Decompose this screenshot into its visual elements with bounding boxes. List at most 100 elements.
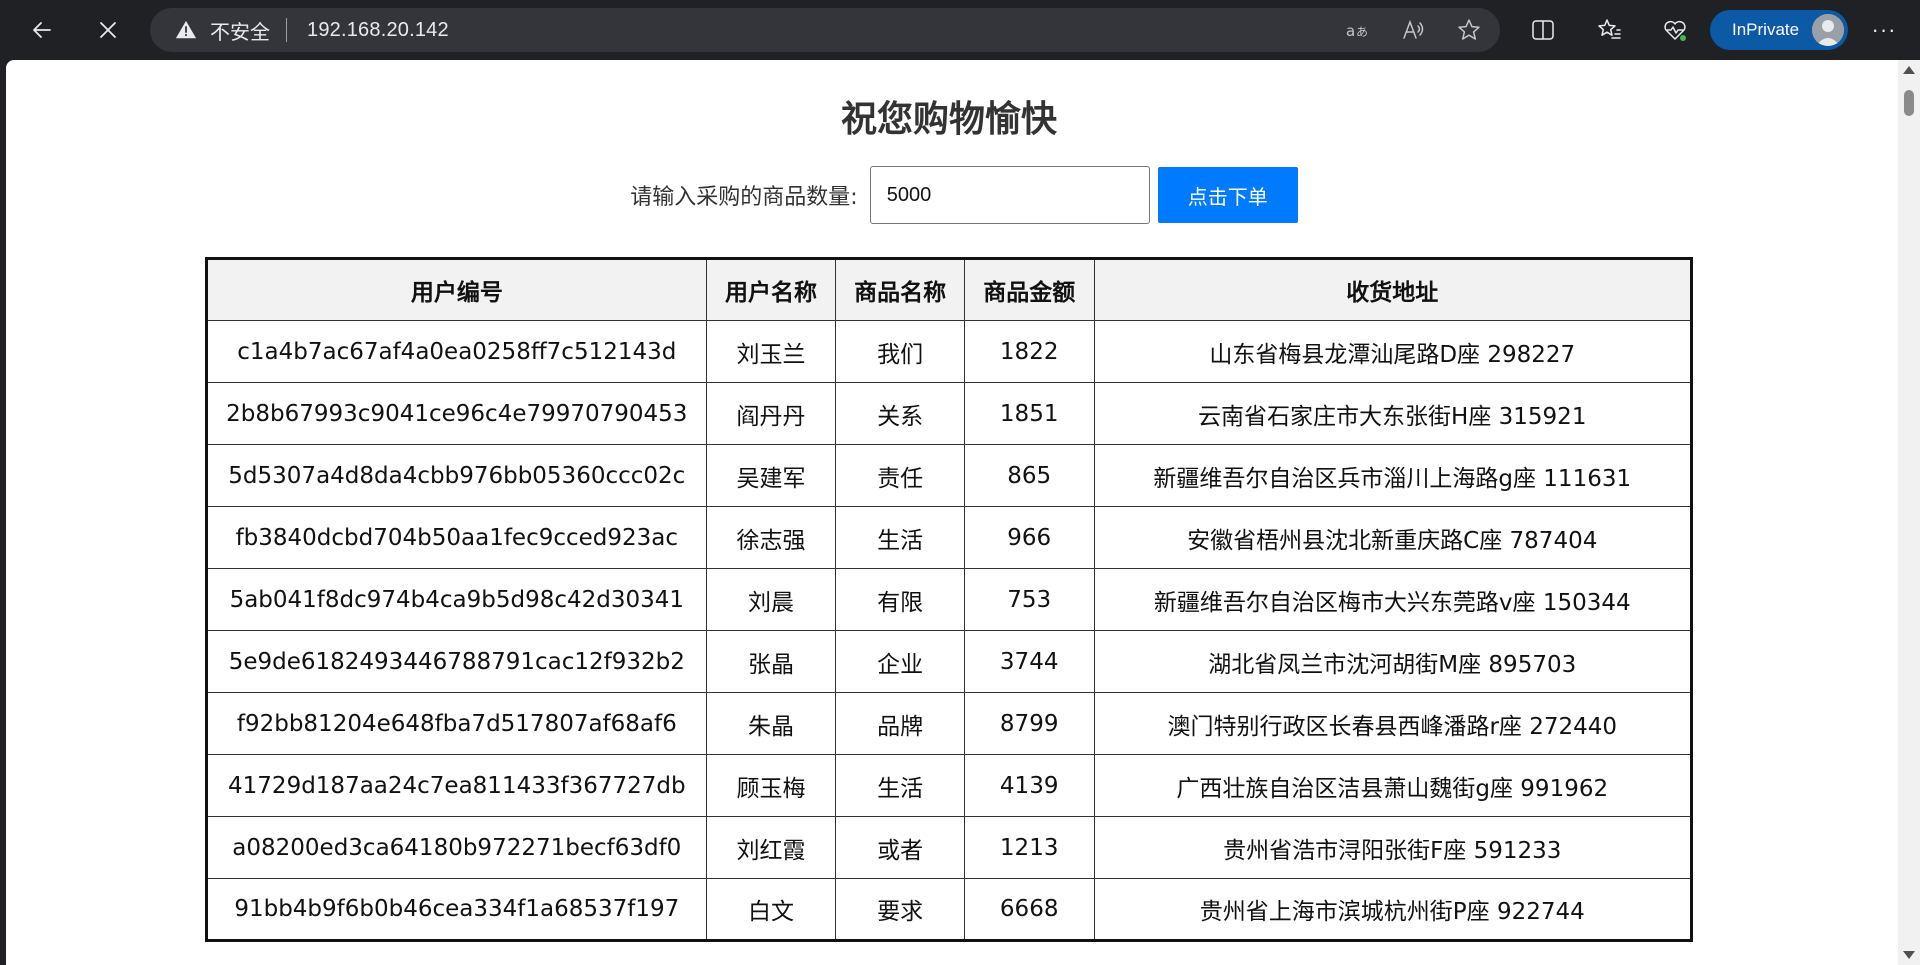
url-text[interactable]: 192.168.20.142 <box>307 19 449 42</box>
back-icon <box>33 22 51 38</box>
cell-amount: 1822 <box>963 320 1095 383</box>
scroll-thumb[interactable] <box>1904 90 1914 116</box>
table-row: 91bb4b9f6b0b46cea334f1a68537f197 白文 要求 6… <box>206 878 1693 941</box>
cell-user-name: 顾玉梅 <box>705 754 837 817</box>
quantity-input[interactable] <box>869 166 1150 224</box>
address-bar[interactable]: 不安全 192.168.20.142 a あ <box>150 8 1500 52</box>
cell-product-name: 品牌 <box>835 692 965 755</box>
browser-toolbar: 不安全 192.168.20.142 a あ InPrivate ··· <box>0 0 1920 60</box>
stop-loading-button[interactable] <box>88 10 128 50</box>
cell-address: 新疆维吾尔自治区梅市大兴东莞路v座 150344 <box>1093 568 1693 631</box>
table-row: 41729d187aa24c7ea811433f367727db 顾玉梅 生活 … <box>206 754 1693 817</box>
inprivate-button[interactable]: InPrivate <box>1710 10 1848 50</box>
svg-text:あ: あ <box>1356 25 1368 39</box>
scroll-up-arrow-icon[interactable] <box>1903 66 1915 74</box>
table-row: 5e9de6182493446788791cac12f932b2 张晶 企业 3… <box>206 630 1693 693</box>
column-header-product-name: 商品名称 <box>835 258 965 321</box>
cell-user-id: 5d5307a4d8da4cbb976bb05360ccc02c <box>206 444 707 507</box>
address-separator <box>286 18 287 42</box>
cell-user-name: 朱晶 <box>705 692 837 755</box>
cell-address: 安徽省梧州县沈北新重庆路C座 787404 <box>1093 506 1693 569</box>
cell-user-id: 2b8b67993c9041ce96c4e79970790453 <box>206 382 707 445</box>
cell-user-id: c1a4b7ac67af4a0ea0258ff7c512143d <box>206 320 707 383</box>
table-row: fb3840dcbd704b50aa1fec9cced923ac 徐志强 生活 … <box>206 506 1693 569</box>
favorites-icon[interactable] <box>1586 10 1632 50</box>
cell-address: 新疆维吾尔自治区兵市淄川上海路g座 111631 <box>1093 444 1693 507</box>
scroll-down-arrow-icon[interactable] <box>1903 951 1915 959</box>
cell-amount: 6668 <box>963 878 1095 941</box>
cell-user-name: 吴建军 <box>705 444 837 507</box>
column-header-user-id: 用户编号 <box>206 258 707 321</box>
more-icon: ··· <box>1871 17 1897 42</box>
cell-user-name: 刘红霞 <box>705 816 837 879</box>
cell-product-name: 有限 <box>835 568 965 631</box>
browser-actions <box>1520 10 1698 50</box>
cell-user-id: 5e9de6182493446788791cac12f932b2 <box>206 630 707 693</box>
cell-amount: 4139 <box>963 754 1095 817</box>
profile-avatar-icon <box>1812 14 1844 46</box>
cell-amount: 1851 <box>963 382 1095 445</box>
warning-icon[interactable] <box>174 18 200 42</box>
column-header-address: 收货地址 <box>1093 258 1693 321</box>
cell-amount: 865 <box>963 444 1095 507</box>
cell-product-name: 我们 <box>835 320 965 383</box>
column-header-user-name: 用户名称 <box>705 258 837 321</box>
cell-user-id: a08200ed3ca64180b972271becf63df0 <box>206 816 707 879</box>
inprivate-label: InPrivate <box>1732 20 1800 39</box>
cell-product-name: 生活 <box>835 506 965 569</box>
page-viewport: 祝您购物愉快 请输入采购的商品数量: 点击下单 用户编号 用户名称 商品名称 商… <box>6 60 1920 965</box>
page-title: 祝您购物愉快 <box>840 99 1057 140</box>
table-row: 5ab041f8dc974b4ca9b5d98c42d30341 刘晨 有限 7… <box>206 568 1693 631</box>
cell-product-name: 或者 <box>835 816 965 879</box>
back-button[interactable] <box>22 10 62 50</box>
cell-address: 山东省梅县龙潭汕尾路D座 298227 <box>1093 320 1693 383</box>
favorite-star-icon[interactable] <box>1452 13 1486 47</box>
cell-amount: 3744 <box>963 630 1095 693</box>
cell-user-name: 张晶 <box>705 630 837 693</box>
cell-address: 贵州省上海市滨城杭州街P座 922744 <box>1093 878 1693 941</box>
table-row: a08200ed3ca64180b972271becf63df0 刘红霞 或者 … <box>206 816 1693 879</box>
cell-product-name: 责任 <box>835 444 965 507</box>
cell-address: 澳门特别行政区长春县西峰潘路r座 272440 <box>1093 692 1693 755</box>
cell-product-name: 生活 <box>835 754 965 817</box>
page-scrollbar[interactable] <box>1898 60 1920 965</box>
cell-amount: 966 <box>963 506 1095 569</box>
cell-address: 广西壮族自治区洁县萧山魏街g座 991962 <box>1093 754 1693 817</box>
translate-icon[interactable]: a あ <box>1340 13 1374 47</box>
orders-table: 用户编号 用户名称 商品名称 商品金额 收货地址 c1a4b7ac67af4a0… <box>205 257 1693 942</box>
cell-user-name: 阎丹丹 <box>705 382 837 445</box>
cell-user-id: fb3840dcbd704b50aa1fec9cced923ac <box>206 506 707 569</box>
more-button[interactable]: ··· <box>1862 10 1906 50</box>
quantity-label: 请输入采购的商品数量: <box>630 185 858 210</box>
cell-amount: 1213 <box>963 816 1095 879</box>
security-status[interactable]: 不安全 <box>210 16 270 45</box>
cell-user-id: f92bb81204e648fba7d517807af68af6 <box>206 692 707 755</box>
cell-product-name: 企业 <box>835 630 965 693</box>
address-bar-actions: a あ <box>1340 8 1486 52</box>
cell-user-name: 白文 <box>705 878 837 941</box>
read-aloud-icon[interactable] <box>1396 13 1430 47</box>
cell-user-name: 刘晨 <box>705 568 837 631</box>
cell-user-id: 5ab041f8dc974b4ca9b5d98c42d30341 <box>206 568 707 631</box>
cell-address: 湖北省凤兰市沈河胡街M座 895703 <box>1093 630 1693 693</box>
table-header-row: 用户编号 用户名称 商品名称 商品金额 收货地址 <box>206 258 1693 321</box>
cell-user-name: 徐志强 <box>705 506 837 569</box>
cell-product-name: 要求 <box>835 878 965 941</box>
cell-amount: 753 <box>963 568 1095 631</box>
cell-address: 云南省石家庄市大东张街H座 315921 <box>1093 382 1693 445</box>
split-screen-icon[interactable] <box>1520 10 1566 50</box>
cell-user-id: 41729d187aa24c7ea811433f367727db <box>206 754 707 817</box>
stop-icon <box>100 22 116 38</box>
table-row: 5d5307a4d8da4cbb976bb05360ccc02c 吴建军 责任 … <box>206 444 1693 507</box>
cell-address: 贵州省浩市浔阳张街F座 591233 <box>1093 816 1693 879</box>
table-row: c1a4b7ac67af4a0ea0258ff7c512143d 刘玉兰 我们 … <box>206 320 1693 383</box>
cell-user-name: 刘玉兰 <box>705 320 837 383</box>
table-row: f92bb81204e648fba7d517807af68af6 朱晶 品牌 8… <box>206 692 1693 755</box>
browser-essentials-icon[interactable] <box>1652 10 1698 50</box>
order-form: 请输入采购的商品数量: 点击下单 <box>6 166 1892 224</box>
cell-product-name: 关系 <box>835 382 965 445</box>
table-row: 2b8b67993c9041ce96c4e79970790453 阎丹丹 关系 … <box>206 382 1693 445</box>
cell-user-id: 91bb4b9f6b0b46cea334f1a68537f197 <box>206 878 707 941</box>
column-header-amount: 商品金额 <box>963 258 1095 321</box>
place-order-button[interactable]: 点击下单 <box>1157 167 1298 223</box>
